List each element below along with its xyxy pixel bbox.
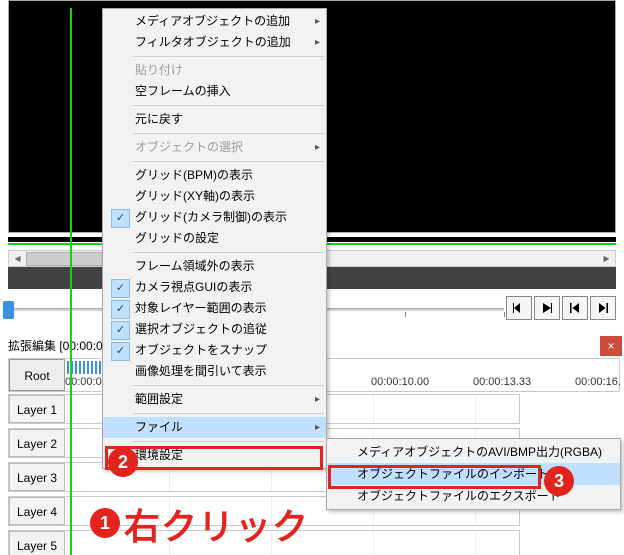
annotation-badge-1: 1 — [90, 508, 120, 538]
menu-item[interactable]: グリッドの設定 — [103, 228, 326, 249]
timeline-close-button[interactable]: × — [600, 336, 622, 356]
scroll-thumb[interactable] — [26, 252, 106, 266]
annotation-badge-3: 3 — [544, 466, 574, 496]
scroll-left-button[interactable]: ◂ — [9, 251, 26, 266]
timecode: 00:00:13.33 — [473, 376, 531, 388]
menu-item[interactable]: ファイル — [103, 417, 326, 438]
file-submenu: メディアオブジェクトのAVI/BMP出力(RGBA)オブジェクトファイルのインポ… — [326, 438, 621, 510]
annotation-text: 右クリック — [124, 498, 309, 550]
context-menu: メディアオブジェクトの追加フィルタオブジェクトの追加貼り付け空フレームの挿入元に… — [102, 8, 327, 469]
transport-controls — [506, 296, 616, 320]
menu-item[interactable]: 元に戻す — [103, 109, 326, 130]
menu-item[interactable]: 対象レイヤー範囲の表示 — [103, 298, 326, 319]
menu-item: 貼り付け — [103, 60, 326, 81]
menu-item[interactable]: グリッド(カメラ制御)の表示 — [103, 207, 326, 228]
menu-item[interactable]: 空フレームの挿入 — [103, 81, 326, 102]
menu-item[interactable]: メディアオブジェクトの追加 — [103, 11, 326, 32]
menu-item[interactable]: 選択オブジェクトの追従 — [103, 319, 326, 340]
menu-item[interactable]: フレーム領域外の表示 — [103, 256, 326, 277]
menu-item[interactable]: 画像処理を間引いて表示 — [103, 361, 326, 382]
layer-label[interactable]: Layer 2 — [9, 429, 65, 457]
root-button[interactable]: Root — [9, 359, 65, 391]
scroll-right-button[interactable]: ▸ — [598, 251, 615, 266]
menu-item[interactable]: 範囲設定 — [103, 389, 326, 410]
menu-item[interactable]: カメラ視点GUIの表示 — [103, 277, 326, 298]
go-end-button[interactable] — [590, 296, 616, 320]
prev-frame-button[interactable] — [506, 296, 532, 320]
menu-item: オブジェクトの選択 — [103, 137, 326, 158]
menu-item[interactable]: グリッド(XY軸)の表示 — [103, 186, 326, 207]
play-button[interactable] — [534, 296, 560, 320]
layer-label[interactable]: Layer 5 — [9, 531, 65, 555]
timecode: 00:00:16. — [575, 376, 621, 388]
menu-item[interactable]: オブジェクトをスナップ — [103, 340, 326, 361]
layer-label[interactable]: Layer 4 — [9, 497, 65, 525]
submenu-item[interactable]: オブジェクトファイルのインポート — [327, 463, 620, 485]
submenu-item[interactable]: メディアオブジェクトのAVI/BMP出力(RGBA) — [327, 441, 620, 463]
timecode: 00:00:10.00 — [371, 376, 429, 388]
menu-item[interactable]: フィルタオブジェクトの追加 — [103, 32, 326, 53]
playhead-vertical[interactable] — [70, 8, 72, 555]
layer-label[interactable]: Layer 1 — [9, 395, 65, 423]
menu-item[interactable]: グリッド(BPM)の表示 — [103, 165, 326, 186]
go-start-button[interactable] — [562, 296, 588, 320]
annotation-badge-2: 2 — [108, 447, 138, 477]
timeline-title: 拡張編集 [00:00:00 — [8, 337, 109, 354]
layer-label[interactable]: Layer 3 — [9, 463, 65, 491]
submenu-item[interactable]: オブジェクトファイルのエクスポート — [327, 485, 620, 507]
